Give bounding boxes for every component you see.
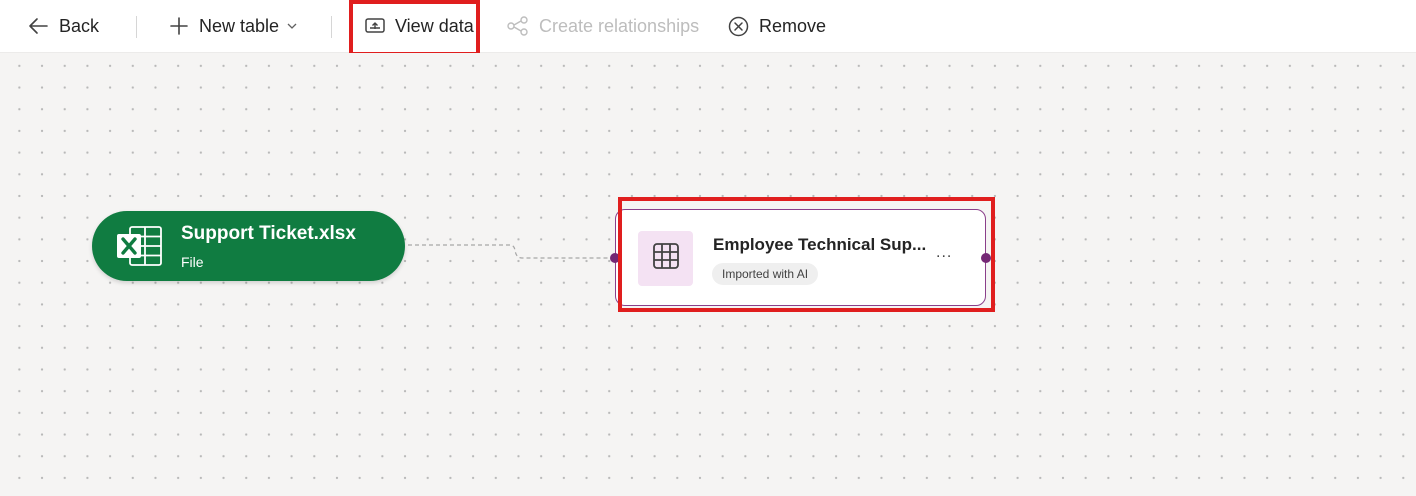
new-table-label: New table (199, 15, 280, 36)
view-data-label: View data (395, 15, 474, 36)
create-relationships-button[interactable]: Create relationships (507, 0, 699, 52)
plus-icon (169, 16, 189, 36)
imported-with-ai-badge: Imported with AI (712, 263, 819, 285)
file-node-subtitle: File (181, 254, 204, 270)
table-node[interactable]: Employee Technical Sup... Imported with … (615, 209, 986, 306)
table-node-title: Employee Technical Sup... (713, 235, 927, 254)
toolbar-divider (136, 16, 137, 38)
table-node-input-port[interactable] (610, 253, 620, 263)
relationships-icon (507, 16, 529, 36)
view-data-icon (365, 17, 385, 35)
table-grid-icon (652, 242, 680, 275)
arrow-left-icon (27, 15, 49, 37)
more-options-button[interactable]: ... (936, 244, 952, 262)
new-table-button[interactable]: New table (169, 0, 297, 52)
command-bar: Back New table View data Create relation… (0, 0, 1416, 53)
toolbar-divider (331, 16, 332, 38)
dismiss-circle-icon (728, 16, 749, 37)
file-node[interactable]: Support Ticket.xlsx File (92, 211, 405, 281)
remove-button[interactable]: Remove (728, 0, 826, 52)
excel-icon (116, 226, 162, 271)
file-node-title: Support Ticket.xlsx (181, 223, 356, 244)
view-data-button[interactable]: View data (365, 0, 474, 52)
create-relationships-label: Create relationships (539, 15, 700, 36)
back-button[interactable]: Back (27, 0, 99, 52)
remove-label: Remove (759, 15, 827, 36)
chevron-down-icon (287, 21, 297, 31)
table-node-output-port[interactable] (981, 253, 991, 263)
table-icon-container (638, 231, 693, 286)
back-label: Back (59, 15, 100, 36)
